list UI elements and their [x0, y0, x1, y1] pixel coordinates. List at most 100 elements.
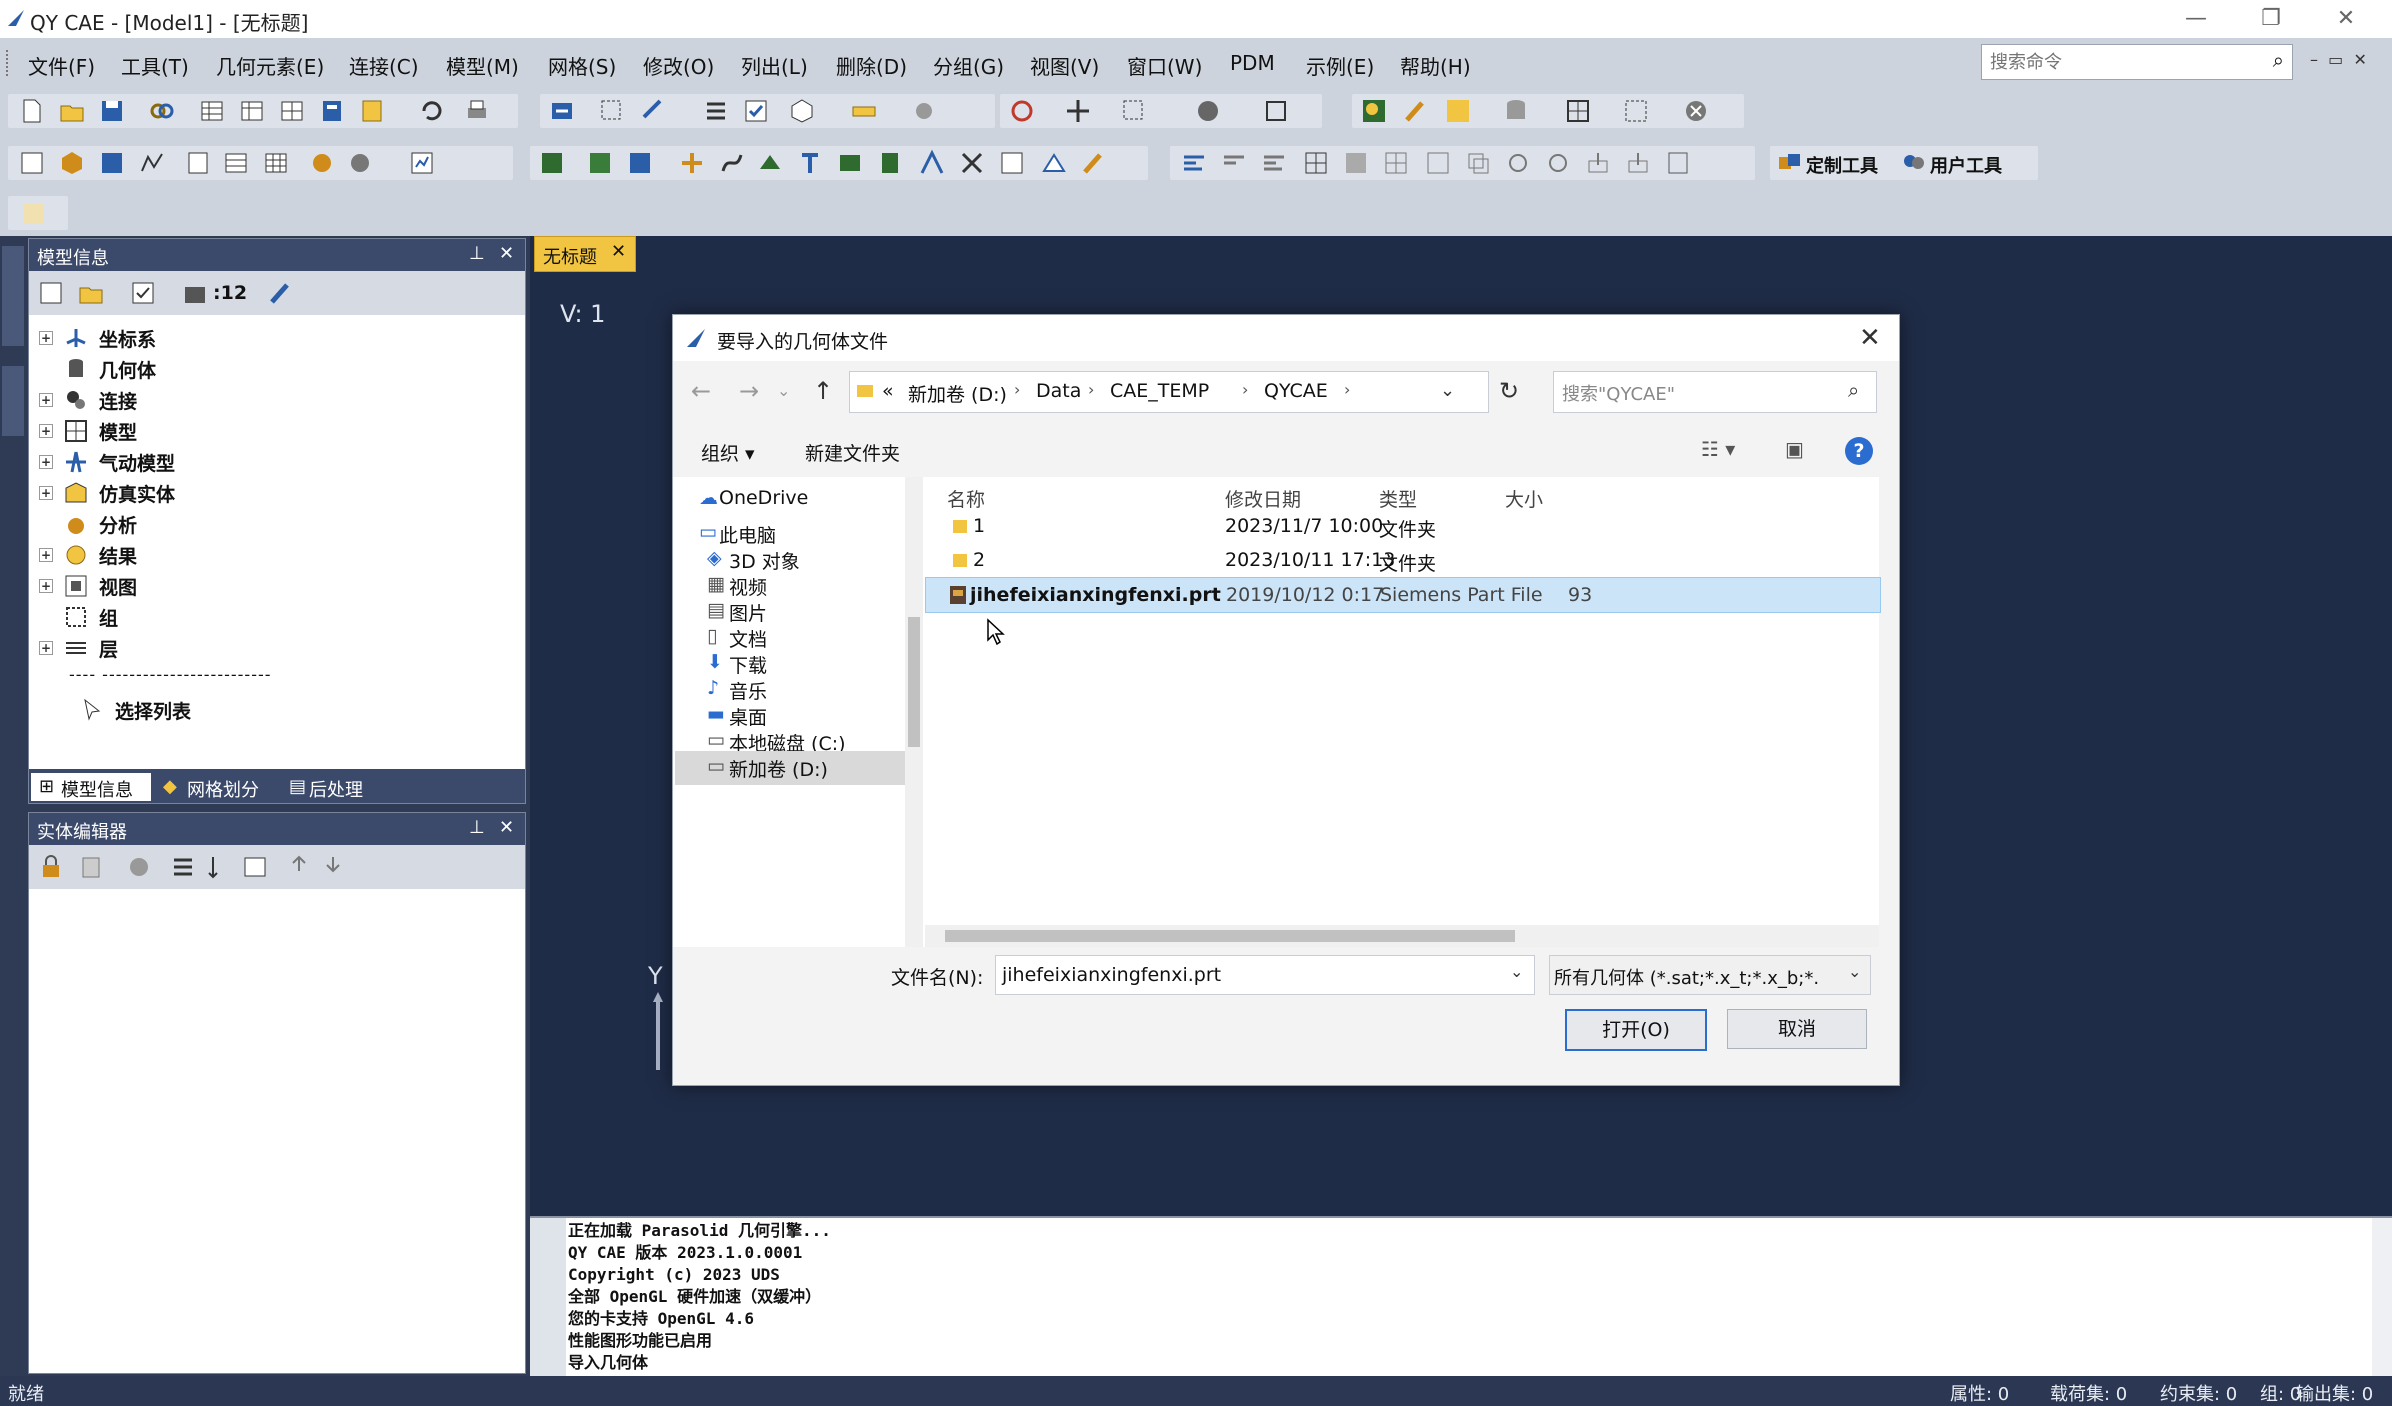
nav-new-volume-d[interactable]: ▭ 新加卷 (D:)	[675, 751, 907, 785]
render-icon[interactable]	[1360, 97, 1388, 125]
file-row[interactable]: 1 2023/11/7 10:00 文件夹	[925, 509, 1879, 543]
menu-window[interactable]: 窗口(W)	[1127, 51, 1202, 80]
menu-tools[interactable]: 工具(T)	[121, 51, 189, 80]
pen-icon[interactable]	[267, 279, 295, 307]
dock-tab-2[interactable]	[2, 366, 24, 436]
dock-tab-1[interactable]	[2, 246, 24, 346]
copy-icon[interactable]	[1464, 149, 1492, 177]
node-icon[interactable]	[678, 149, 706, 177]
maximize-button[interactable]: ❐	[2245, 2, 2297, 36]
align-icon[interactable]	[1220, 149, 1248, 177]
tree-item-group[interactable]: 组	[39, 602, 239, 632]
breadcrumb-data[interactable]: Data	[1036, 380, 1081, 402]
menu-pdm[interactable]: PDM	[1230, 51, 1275, 75]
custom-tools-button[interactable]: 定制工具	[1806, 152, 1878, 178]
mesh-control-icon[interactable]	[626, 149, 654, 177]
file-row[interactable]: 2 2023/10/11 17:13 文件夹	[925, 543, 1879, 577]
property-pages-icon[interactable]	[241, 853, 269, 881]
window-select-icon[interactable]	[1622, 97, 1650, 125]
preview-pane-icon[interactable]: ▣	[1785, 437, 1804, 461]
data-table-icon[interactable]	[222, 149, 250, 177]
grid-icon[interactable]	[278, 97, 306, 125]
database-icon[interactable]	[1502, 97, 1530, 125]
analysis-icon[interactable]	[408, 149, 436, 177]
extrude-icon[interactable]	[876, 149, 904, 177]
command-search-input[interactable]	[1988, 46, 2252, 78]
menu-geometry[interactable]: 几何元素(E)	[216, 51, 324, 80]
folder-up-icon[interactable]	[77, 279, 105, 307]
history-chevron-icon[interactable]: ⌄	[777, 381, 790, 400]
column-modified[interactable]: 修改日期	[1225, 485, 1301, 512]
tree-item-sim-entity[interactable]: + 仿真实体	[39, 478, 259, 508]
rotate-icon[interactable]	[1544, 149, 1572, 177]
refresh-icon[interactable]	[418, 97, 446, 125]
tree-item-aero-model[interactable]: + 气动模型	[39, 447, 259, 477]
stop-icon[interactable]	[1194, 97, 1222, 125]
library-book-icon[interactable]	[358, 97, 386, 125]
close-window-button[interactable]: ✕	[2320, 2, 2372, 36]
breadcrumb-cae-temp[interactable]: CAE_TEMP	[1110, 380, 1209, 402]
menu-model[interactable]: 模型(M)	[446, 51, 519, 80]
sort-az-icon[interactable]	[205, 853, 233, 881]
back-arrow-icon[interactable]: ←	[691, 377, 711, 405]
tree-item-results[interactable]: + 结果	[39, 540, 239, 570]
load-icon[interactable]	[308, 149, 336, 177]
breadcrumb-qycae[interactable]: QYCAE	[1264, 380, 1328, 402]
split-icon[interactable]	[918, 149, 946, 177]
surface-icon[interactable]	[756, 149, 784, 177]
close-panel-icon[interactable]: ✕	[499, 243, 514, 264]
fit-view-icon[interactable]	[1262, 97, 1290, 125]
pin-icon[interactable]: ⊥	[469, 817, 485, 838]
solid-icon[interactable]	[836, 149, 864, 177]
cube-icon[interactable]	[788, 97, 816, 125]
function-icon[interactable]	[138, 149, 166, 177]
organize-button[interactable]: 组织 ▾	[701, 439, 755, 466]
tab-meshing[interactable]: ◆ 网格划分	[157, 773, 277, 801]
breadcrumb-drive[interactable]: 新加卷 (D:)	[908, 380, 1007, 407]
open-button[interactable]: 打开(O)	[1565, 1009, 1707, 1051]
chevron-down-icon[interactable]: ⌄	[1848, 962, 1861, 981]
tree-item-layer[interactable]: + 层	[39, 633, 239, 663]
tree-item-view[interactable]: + 视图	[39, 571, 239, 601]
lock-icon[interactable]	[37, 853, 65, 881]
property-icon[interactable]	[98, 149, 126, 177]
distribute-icon[interactable]	[1260, 149, 1288, 177]
minimize-button[interactable]: —	[2170, 2, 2222, 36]
file-list-hscrollbar[interactable]	[925, 925, 1879, 947]
rotate-view-icon[interactable]	[1008, 97, 1036, 125]
mdi-controls[interactable]: – ▭ ✕	[2310, 50, 2367, 69]
tree-item-coords[interactable]: + 坐标系	[39, 323, 239, 353]
menu-delete[interactable]: 删除(D)	[836, 51, 907, 80]
export-icon[interactable]	[1584, 149, 1612, 177]
column-size[interactable]: 大小	[1505, 485, 1543, 512]
document-list-icon[interactable]	[1664, 149, 1692, 177]
close-panel-icon[interactable]: ✕	[499, 817, 514, 838]
link-icon[interactable]	[148, 97, 176, 125]
import-icon[interactable]	[548, 97, 576, 125]
new-file-icon[interactable]	[18, 97, 46, 125]
cancel-icon[interactable]	[1682, 97, 1710, 125]
intersect-icon[interactable]	[958, 149, 986, 177]
highlight-icon[interactable]	[1444, 97, 1472, 125]
user-tools-button[interactable]: 用户工具	[1930, 152, 2002, 178]
grid-layout-icon[interactable]	[1302, 149, 1330, 177]
tab-model-info[interactable]: ⊞ 模型信息	[31, 773, 151, 801]
copy-entity-icon[interactable]	[125, 853, 153, 881]
column-type[interactable]: 类型	[1379, 485, 1417, 512]
expand-icon[interactable]	[37, 279, 65, 307]
report-icon[interactable]	[184, 149, 212, 177]
breadcrumb-overflow[interactable]: «	[882, 380, 894, 402]
import-entity-icon[interactable]	[319, 853, 347, 881]
forward-arrow-icon[interactable]: →	[739, 377, 759, 405]
move-icon[interactable]	[1504, 149, 1532, 177]
tree-item-geometry[interactable]: 几何体	[39, 354, 239, 384]
spreadsheet-icon[interactable]	[262, 149, 290, 177]
measure-icon[interactable]	[640, 97, 668, 125]
tree-item-analysis[interactable]: 分析	[39, 509, 239, 539]
view-options-icon[interactable]: ☷ ▾	[1701, 437, 1735, 461]
dialog-close-icon[interactable]: ✕	[1859, 323, 1881, 353]
select-box-icon[interactable]	[598, 97, 626, 125]
mesh-size-icon[interactable]	[586, 149, 614, 177]
tree-item-connect[interactable]: + 连接	[39, 385, 239, 415]
new-folder-button[interactable]: 新建文件夹	[805, 439, 900, 466]
